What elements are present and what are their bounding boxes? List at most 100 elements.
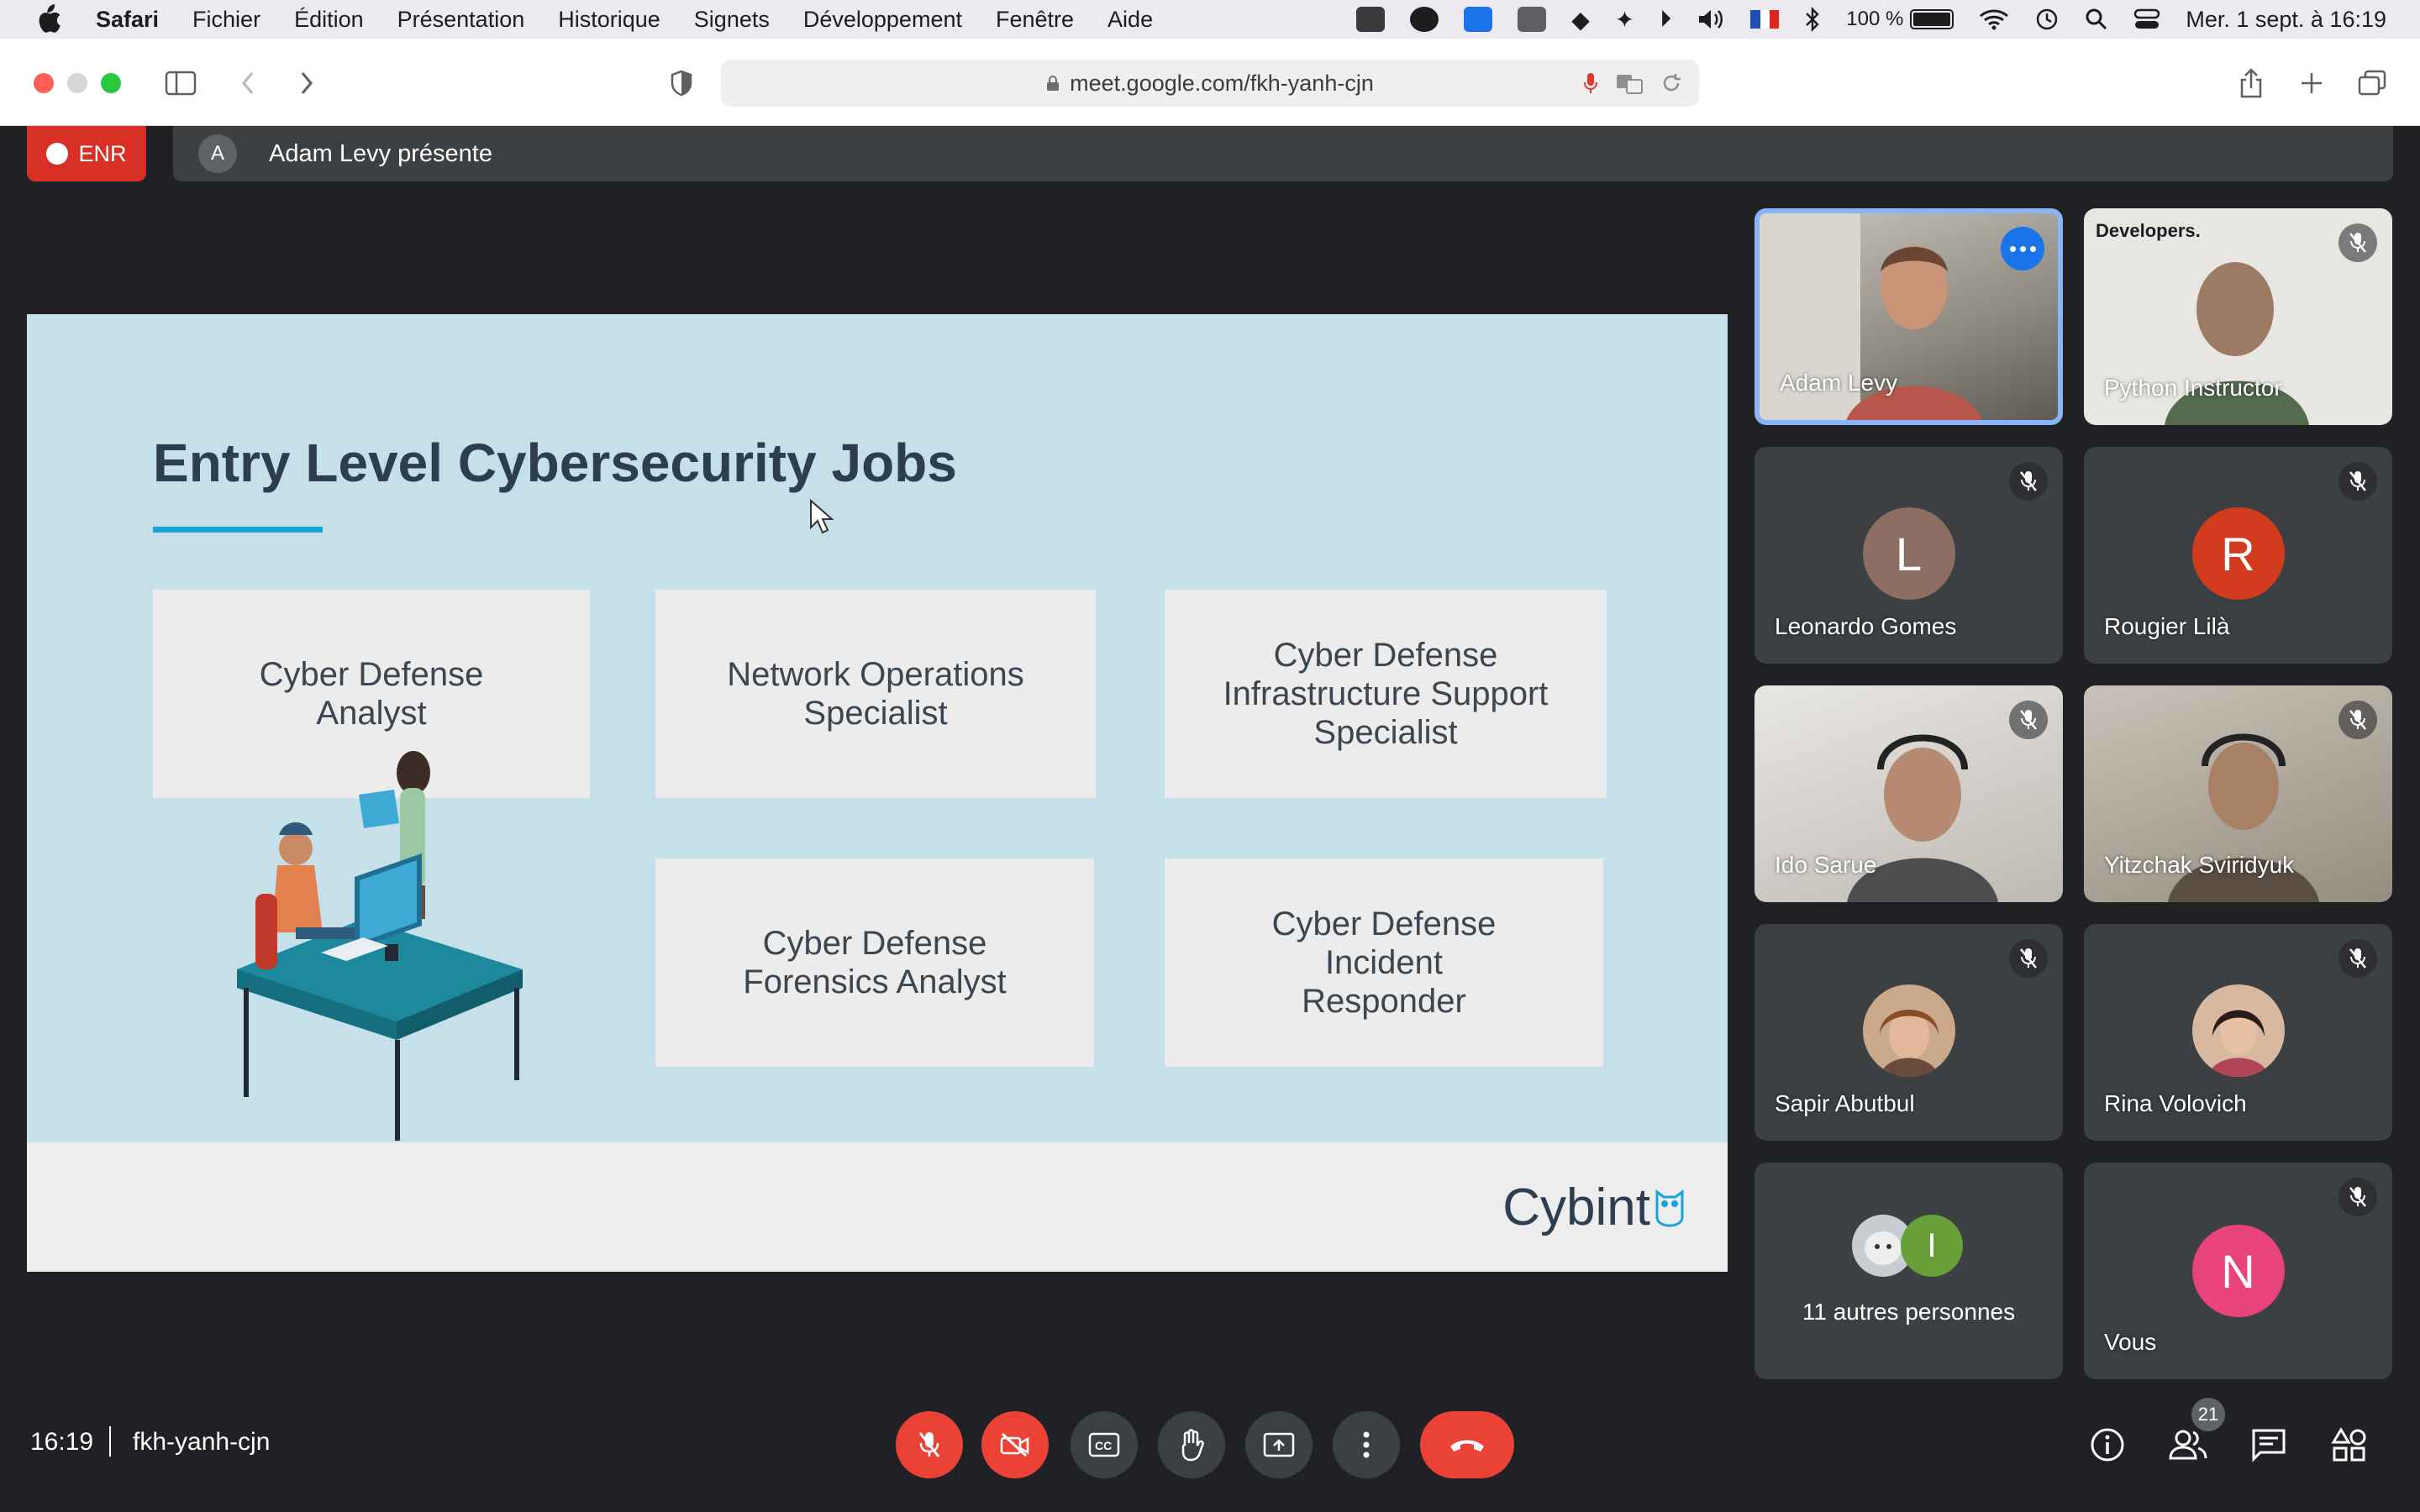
volume-icon[interactable] bbox=[1697, 8, 1725, 31]
self-tile[interactable]: N Vous bbox=[2084, 1163, 2392, 1379]
self-initial-avatar: N bbox=[2191, 1225, 2285, 1317]
reload-icon[interactable] bbox=[1660, 71, 1682, 95]
job-card-forensics-analyst: Cyber Defense Forensics Analyst bbox=[655, 858, 1094, 1067]
menu-fichier[interactable]: Fichier bbox=[192, 7, 260, 33]
toggle-camera-button[interactable] bbox=[981, 1411, 1049, 1478]
participant-tile[interactable]: Adam Levy bbox=[1754, 208, 2063, 425]
chat-icon bbox=[2252, 1429, 2286, 1462]
raise-hand-icon bbox=[1181, 1429, 1204, 1462]
participant-name: Sapir Abutbul bbox=[1775, 1090, 1915, 1116]
title-underline bbox=[153, 527, 323, 533]
french-flag-icon[interactable] bbox=[1750, 10, 1780, 29]
play-icon[interactable]: ⏵ bbox=[1660, 6, 1671, 34]
muted-mic-icon bbox=[2338, 462, 2377, 501]
participant-photo-avatar bbox=[2191, 984, 2285, 1077]
tab-overview-icon[interactable] bbox=[2353, 64, 2391, 102]
minimize-window-button[interactable] bbox=[67, 73, 87, 93]
more-options-button[interactable] bbox=[1333, 1411, 1400, 1478]
more-options-button[interactable] bbox=[2001, 227, 2044, 270]
menu-fenetre[interactable]: Fenêtre bbox=[996, 7, 1074, 33]
translate-icon[interactable] bbox=[1615, 71, 1644, 95]
menu-presentation[interactable]: Présentation bbox=[397, 7, 525, 33]
forward-icon[interactable] bbox=[287, 64, 326, 102]
menu-signets[interactable]: Signets bbox=[694, 7, 770, 33]
leave-call-button[interactable] bbox=[1420, 1411, 1514, 1478]
feather-app-icon[interactable]: ✦ bbox=[1615, 6, 1634, 34]
recording-badge[interactable]: ENR bbox=[27, 126, 146, 181]
captions-button[interactable]: CC bbox=[1071, 1411, 1138, 1478]
cybint-logo: Cybint bbox=[1502, 1178, 1686, 1237]
menu-edition[interactable]: Édition bbox=[294, 7, 364, 33]
participant-tile[interactable]: Developers. Python Instructor bbox=[2084, 208, 2392, 425]
video-app-icon[interactable] bbox=[1356, 7, 1386, 32]
elephant-app-icon[interactable]: ◆ bbox=[1571, 6, 1590, 34]
new-tab-icon[interactable] bbox=[2292, 64, 2331, 102]
other-participants-tile[interactable]: I 11 autres personnes bbox=[1754, 1163, 2063, 1379]
meeting-details-button[interactable] bbox=[2081, 1418, 2134, 1472]
privacy-shield-icon[interactable] bbox=[662, 64, 701, 102]
mouse-cursor-icon bbox=[810, 499, 834, 534]
wifi-icon[interactable] bbox=[1979, 8, 2009, 31]
menu-bar-datetime[interactable]: Mer. 1 sept. à 16:19 bbox=[2186, 7, 2386, 33]
sidebar-toggle-icon[interactable] bbox=[161, 64, 200, 102]
back-icon[interactable] bbox=[229, 64, 267, 102]
participant-count-badge: 21 bbox=[2191, 1398, 2225, 1431]
participant-name: Leonardo Gomes bbox=[1775, 613, 1957, 639]
other-participant-initial-avatar: I bbox=[1901, 1215, 1963, 1277]
participant-tile[interactable]: L Leonardo Gomes bbox=[1754, 447, 2063, 664]
participant-background-text: Developers. bbox=[2096, 220, 2201, 241]
participant-name: Adam Levy bbox=[1780, 370, 1898, 396]
self-name: Vous bbox=[2104, 1329, 2157, 1355]
mic-off-icon bbox=[918, 1432, 940, 1457]
meeting-code[interactable]: fkh-yanh-cjn bbox=[133, 1428, 270, 1457]
spotlight-search-icon[interactable] bbox=[2085, 8, 2108, 31]
activities-icon bbox=[2331, 1427, 2366, 1462]
bluetooth-icon[interactable] bbox=[1804, 7, 1821, 32]
menu-historique[interactable]: Historique bbox=[558, 7, 660, 33]
participant-name: Python Instructor bbox=[2104, 375, 2282, 401]
people-icon bbox=[2169, 1430, 2207, 1460]
muted-mic-icon bbox=[2338, 701, 2377, 739]
presenting-banner: A Adam Levy présente bbox=[173, 126, 2393, 181]
menu-aide[interactable]: Aide bbox=[1107, 7, 1153, 33]
info-icon bbox=[2091, 1428, 2124, 1462]
participant-tile[interactable]: Sapir Abutbul bbox=[1754, 924, 2063, 1141]
present-screen-button[interactable] bbox=[1245, 1411, 1313, 1478]
recording-label: ENR bbox=[78, 140, 127, 166]
battery-indicator[interactable]: 100 % bbox=[1846, 8, 1954, 31]
participant-initial-avatar: L bbox=[1862, 507, 1955, 600]
address-bar[interactable]: meet.google.com/fkh-yanh-cjn bbox=[721, 60, 1699, 107]
participant-tile[interactable]: R Rougier Lilà bbox=[2084, 447, 2392, 664]
camera-off-icon bbox=[1000, 1432, 1029, 1457]
share-icon[interactable] bbox=[2232, 64, 2270, 102]
activities-button[interactable] bbox=[2323, 1418, 2376, 1472]
time-machine-icon[interactable] bbox=[2034, 7, 2060, 32]
participant-tile[interactable]: Ido Sarue bbox=[1754, 685, 2063, 902]
creative-cloud-icon[interactable] bbox=[1410, 7, 1439, 32]
chat-button[interactable] bbox=[2242, 1418, 2296, 1472]
battery-percent: 100 % bbox=[1846, 8, 1904, 30]
control-center-icon[interactable] bbox=[2133, 8, 2160, 31]
cybint-logo-text: Cybint bbox=[1502, 1179, 1650, 1236]
microphone-in-use-icon[interactable] bbox=[1583, 71, 1598, 95]
lock-icon bbox=[1047, 76, 1060, 91]
separator bbox=[109, 1426, 111, 1457]
participant-tile[interactable]: Yitzchak Sviridyuk bbox=[2084, 685, 2392, 902]
teamviewer-icon[interactable] bbox=[1464, 7, 1493, 32]
muted-mic-icon bbox=[2338, 939, 2377, 978]
more-vertical-icon bbox=[1363, 1431, 1370, 1458]
apple-logo-icon[interactable] bbox=[34, 3, 62, 35]
muted-mic-icon bbox=[2009, 701, 2048, 739]
hang-up-icon bbox=[1450, 1440, 1484, 1452]
presenter-avatar: A bbox=[198, 134, 237, 173]
mirroring-app-icon[interactable] bbox=[1518, 7, 1547, 32]
participant-photo-avatar bbox=[1862, 984, 1955, 1077]
raise-hand-button[interactable] bbox=[1158, 1411, 1225, 1478]
close-window-button[interactable] bbox=[34, 73, 54, 93]
toggle-microphone-button[interactable] bbox=[896, 1411, 963, 1478]
participant-name: Rougier Lilà bbox=[2104, 613, 2230, 639]
participant-tile[interactable]: Rina Volovich bbox=[2084, 924, 2392, 1141]
zoom-window-button[interactable] bbox=[101, 73, 121, 93]
menu-developpement[interactable]: Développement bbox=[803, 7, 962, 33]
app-menu-safari[interactable]: Safari bbox=[96, 7, 159, 33]
